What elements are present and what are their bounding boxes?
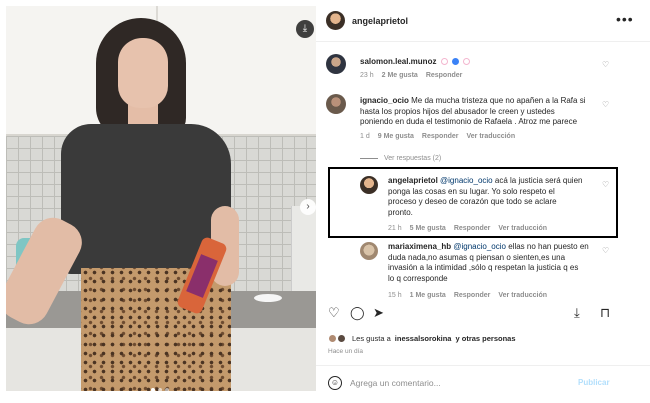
carousel-dot [151, 388, 155, 391]
download-icon[interactable]: ⤓ [296, 20, 314, 38]
comment-composer: ☺ Publicar [316, 365, 650, 403]
likes-others-link[interactable]: y otras personas [455, 334, 515, 343]
next-photo-chevron-icon[interactable]: › [300, 199, 316, 215]
photo-plate [254, 294, 282, 302]
reply-button[interactable]: Responder [426, 72, 463, 79]
comment-text: salomon.leal.munoz [360, 57, 471, 68]
emoji-smile-icon[interactable]: ☺ [328, 376, 342, 390]
comment-meta: 1 d 9 Me gusta Responder Ver traducción [360, 133, 515, 140]
avatar[interactable] [326, 11, 345, 30]
translate-button[interactable]: Ver traducción [466, 133, 515, 140]
view-replies-label: Ver respuestas (2) [384, 155, 442, 162]
comment-username[interactable]: mariaximena_hb [388, 242, 451, 251]
comment-age: 1 d [360, 133, 370, 140]
comment-username[interactable]: ignacio_ocio [360, 96, 409, 105]
comment-age: 23 h [360, 72, 374, 79]
more-horizontal-icon[interactable]: ••• [616, 11, 634, 27]
photo-appliance [291, 206, 316, 301]
likes-summary[interactable]: Les gusta a inessalsorokina y otras pers… [328, 334, 516, 343]
avatar[interactable] [326, 54, 346, 74]
comment-meta: 15 h 1 Me gusta Responder Ver traducción [388, 292, 547, 299]
like-heart-icon[interactable]: ♡ [602, 100, 609, 109]
carousel-dot [158, 388, 162, 391]
comment-bubble-icon[interactable]: ◯ [350, 305, 365, 321]
heart-emoji-icon [463, 58, 471, 66]
comment-meta: 23 h 2 Me gusta Responder [360, 72, 462, 79]
reply-button[interactable]: Responder [422, 133, 459, 140]
reply-button[interactable]: Responder [454, 292, 491, 299]
post-photo[interactable]: ⤓ › [6, 6, 316, 391]
comment-username[interactable]: salomon.leal.munoz [360, 57, 436, 66]
comment-input[interactable] [350, 375, 560, 391]
post-actions: ♡ ◯ ➤ ⤓ ⊓ [316, 305, 650, 329]
comment-text: mariaximena_hb @ignacio_ocio ellas no ha… [388, 242, 589, 284]
avatar[interactable] [360, 242, 378, 260]
post-header: angelaprietol ••• [316, 0, 650, 42]
comment-line: invasión a la intimidad ,sólo q respetan… [388, 263, 579, 272]
likes-prefix: Les gusta a [352, 334, 391, 343]
publish-button[interactable]: Publicar [578, 378, 610, 387]
like-heart-icon[interactable]: ♡ [602, 60, 609, 69]
like-heart-icon[interactable]: ♡ [328, 305, 340, 321]
comment: ignacio_ocio Me da mucha tristeza que no… [316, 92, 650, 150]
comment-text: ignacio_ocio Me da mucha tristeza que no… [360, 96, 585, 128]
photo-person-face [118, 38, 168, 108]
avatar [328, 334, 337, 343]
comment-age: 15 h [388, 292, 402, 299]
divider [360, 158, 378, 159]
highlight-box [328, 167, 618, 238]
comment-likes[interactable]: 9 Me gusta [378, 133, 414, 140]
like-heart-icon[interactable]: ♡ [602, 246, 609, 255]
comment-line: duda nada,no asumas q piensan o sienten,… [388, 252, 566, 262]
comment-line: hasta los propios hijos del abusador le … [360, 106, 555, 116]
share-send-icon[interactable]: ➤ [373, 305, 384, 321]
avatar[interactable] [326, 94, 346, 114]
add-to-story-icon[interactable]: ⤓ [574, 305, 580, 321]
post-author-username[interactable]: angelaprietol [352, 16, 408, 26]
comment: salomon.leal.munoz 23 h 2 Me gusta Respo… [316, 48, 650, 84]
comment-line: lo q corresponde [388, 273, 448, 283]
comment-likes[interactable]: 2 Me gusta [382, 72, 418, 79]
comment-likes[interactable]: 1 Me gusta [410, 292, 446, 299]
comment-line: poniendo en duda el testimonio de Rafael… [360, 117, 578, 126]
carousel-dot [165, 388, 169, 391]
bookmark-icon[interactable]: ⊓ [600, 305, 610, 321]
post-timestamp: Hace un día [328, 348, 364, 355]
mention-link[interactable]: @ignacio_ocio [453, 242, 506, 251]
likes-user-link[interactable]: inessalsorokina [395, 334, 452, 343]
blue-heart-emoji-icon [451, 58, 459, 66]
avatar [337, 334, 346, 343]
reply-comment: mariaximena_hb @ignacio_ocio ellas no ha… [316, 240, 650, 302]
comment-line: Me da mucha tristeza que no apañen a la … [411, 96, 586, 105]
carousel-dots [151, 388, 169, 391]
heart-emoji-icon [440, 58, 448, 66]
view-replies-button[interactable]: Ver respuestas (2) [360, 155, 441, 162]
comment-line: ellas no han puesto en [508, 242, 589, 251]
translate-button[interactable]: Ver traducción [498, 292, 547, 299]
